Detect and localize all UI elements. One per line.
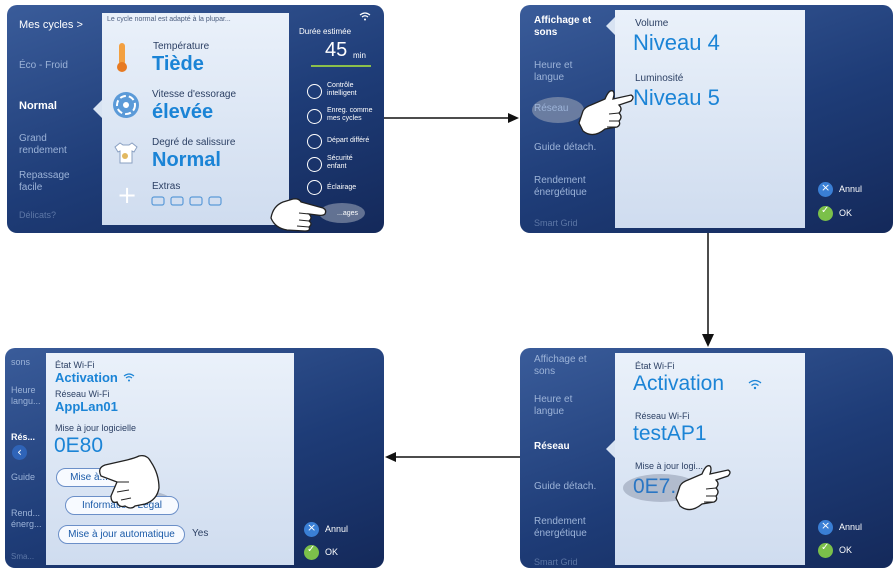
sidebar-item-sons[interactable]: sons [11,357,30,367]
smart-control-icon[interactable] [307,84,322,99]
sidebar-item-reseau[interactable]: Réseau [534,441,570,452]
sidebar-item-rendement[interactable]: Rendement énergétique [534,516,587,540]
wifi-state-value[interactable]: Activation [55,370,118,385]
check-icon: ✓ [821,205,830,216]
sidebar-item-affichage[interactable]: Affichage et sons [534,15,591,39]
spin-speed-label: Vitesse d'essorage [152,89,236,100]
wifi-state-label: État Wi-Fi [635,361,675,371]
screen-network: Affichage et sons Heure et langue Réseau… [520,348,893,568]
wifi-network-label: Réseau Wi-Fi [55,389,110,399]
sidebar-item-rendement[interactable]: Rendement énergétique [534,175,587,199]
ok-label[interactable]: OK [325,547,338,557]
sidebar-item-heure[interactable]: Heure langu... [11,385,41,407]
selection-pointer [93,100,102,118]
cancel-label[interactable]: Annul [839,522,862,532]
sidebar-item-eco-froid[interactable]: Éco - Froid [19,60,68,71]
cancel-label[interactable]: Annul [325,524,348,534]
option-child-lock[interactable]: Sécurité enfant [327,155,353,171]
child-lock-icon[interactable] [307,157,322,172]
duration-label: Durée estimée [299,27,352,36]
duration-underline [311,65,371,67]
close-icon: × [821,519,831,532]
volume-label: Volume [635,18,669,29]
cancel-label[interactable]: Annul [839,184,862,194]
volume-value[interactable]: Niveau 4 [633,30,720,56]
sidebar-item-guide[interactable]: Guide détach. [534,142,596,153]
pointing-hand-icon [99,454,160,509]
sidebar-item-reseau[interactable]: Réseau [534,103,568,114]
plus-icon[interactable]: + [117,183,137,207]
settings-button-label: ...ages [337,210,359,217]
brightness-value[interactable]: Niveau 5 [633,85,720,111]
temperature-label: Température [153,41,210,52]
duration-unit: min [353,51,366,60]
shirt-icon [114,142,138,164]
brightness-label: Luminosité [635,73,684,84]
sidebar-item-smart[interactable]: Sma... [11,552,34,561]
flow-arrow-left [385,452,520,462]
spin-speed-value[interactable]: élevée [152,101,213,124]
sidebar-item-guide[interactable]: Guide [11,472,35,482]
temperature-value[interactable]: Tiède [152,53,204,76]
screen-software-update: sons Heure langu... Rés... ‹ Guide Rend.… [5,348,384,568]
sidebar-item-rendement[interactable]: Rend... énerg... [11,508,42,530]
wifi-state-value[interactable]: Activation [633,372,724,396]
flow-arrow-right [384,113,519,123]
wifi-icon [123,373,135,382]
option-light[interactable]: Éclairage [327,184,356,192]
update-label: Mise à jour logicielle [55,423,137,433]
sidebar-item-heure-langue[interactable]: Heure et langue [534,60,572,84]
sidebar-item-guide[interactable]: Guide détach. [534,481,596,492]
option-delay-start[interactable]: Départ différé [327,137,369,145]
close-icon: × [307,521,317,534]
flow-arrow-down [702,233,714,347]
selection-pointer [606,440,615,458]
auto-update-value: Yes [192,528,209,539]
ok-label[interactable]: OK [839,545,852,555]
sidebar-item-reseau[interactable]: Rés... [11,432,35,442]
screen-cycle-selection: Mes cycles > Éco - Froid Normal Grand re… [7,5,384,233]
auto-update-button[interactable]: Mise à jour automatique [58,525,185,544]
selection-pointer [606,17,615,35]
sidebar-item-grand-rendement[interactable]: Grand rendement [19,133,67,157]
back-arrow-icon[interactable]: ‹ [12,445,27,460]
check-icon: ✓ [307,544,316,555]
sidebar-item-normal[interactable]: Normal [19,100,57,112]
sidebar-item-repassage-facile[interactable]: Repassage facile [19,170,70,194]
soil-level-label: Degré de salissure [152,137,236,148]
thermometer-icon [117,43,127,72]
extras-icons[interactable] [151,195,231,207]
delay-start-icon[interactable] [307,134,322,149]
sidebar-item-smart-grid[interactable]: Smart Grid [534,557,578,567]
screen-display-sounds: Affichage et sons Heure et langue Réseau… [520,5,893,233]
sidebar-item-mes-cycles[interactable]: Mes cycles > [19,19,83,31]
spin-speed-icon [113,92,139,118]
duration-value: 45 [325,39,348,61]
option-smart-control[interactable]: Contrôle intelligent [327,82,357,98]
cycle-hint-text: Le cycle normal est adapté à la plupar..… [107,16,231,23]
sidebar-item-smart-grid[interactable]: Smart Grid [534,218,578,228]
wifi-network-value[interactable]: testAP1 [633,422,707,446]
pointing-hand-icon [270,198,327,232]
wifi-icon [359,12,371,21]
sidebar-item-delicats[interactable]: Délicats? [19,210,56,220]
option-save-cycle[interactable]: Enreg. comme mes cycles [327,107,373,123]
soil-level-value[interactable]: Normal [152,149,221,172]
wifi-network-label: Réseau Wi-Fi [635,411,690,421]
wifi-network-value[interactable]: AppLan01 [55,399,118,414]
wifi-state-label: État Wi-Fi [55,360,95,370]
pointing-hand-icon [578,90,634,136]
wifi-icon [748,379,762,390]
sidebar-item-affichage[interactable]: Affichage et sons [534,354,587,378]
close-icon: × [821,181,831,194]
ok-label[interactable]: OK [839,208,852,218]
check-icon: ✓ [821,542,830,553]
save-cycle-icon[interactable] [307,109,322,124]
sidebar-item-heure-langue[interactable]: Heure et langue [534,394,572,418]
extras-label: Extras [152,181,181,192]
pointing-hand-icon [675,465,731,511]
